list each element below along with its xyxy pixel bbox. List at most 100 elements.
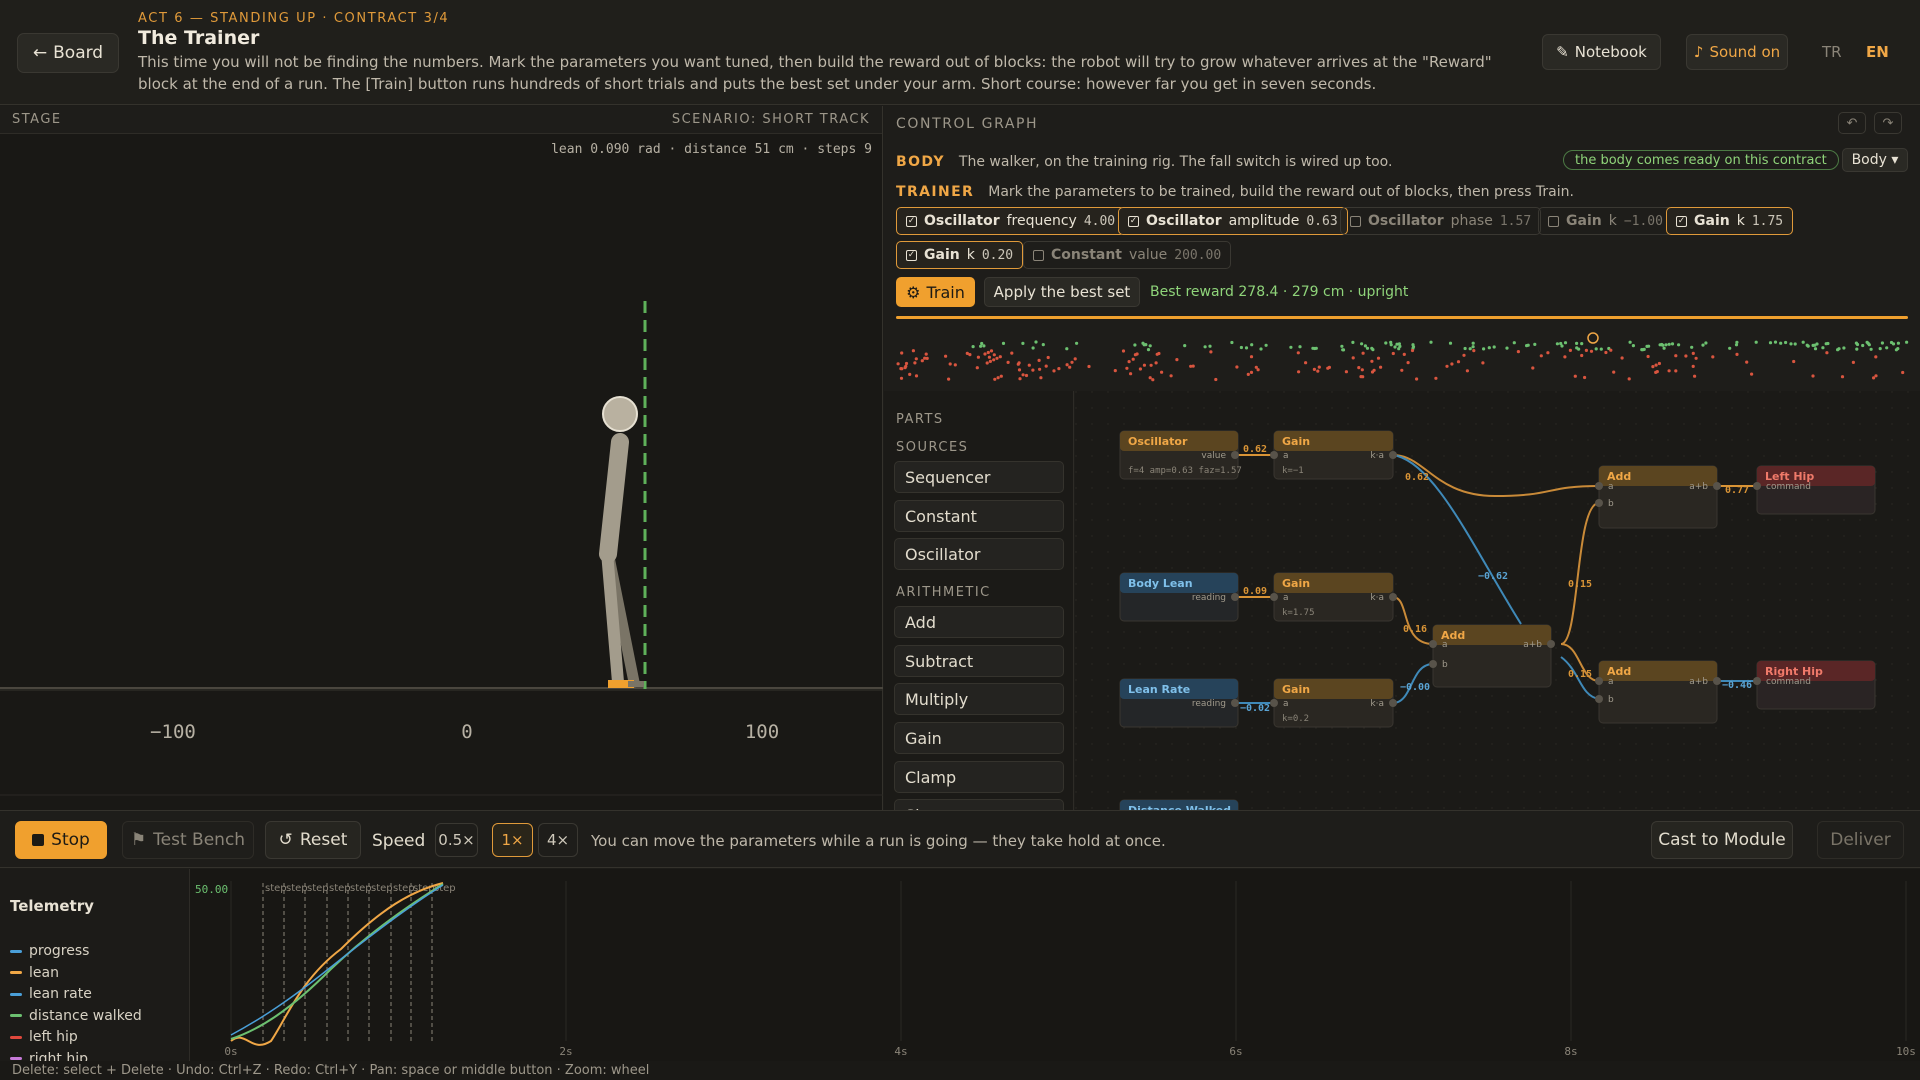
stop-button[interactable]: Stop	[15, 821, 107, 859]
output-port[interactable]	[1389, 593, 1397, 601]
input-port[interactable]	[1270, 593, 1278, 601]
param-chip[interactable]: ✓ Gain k 1.75	[1666, 207, 1794, 235]
input-port[interactable]	[1270, 451, 1278, 459]
trial-point	[1855, 347, 1859, 351]
graph-node-gain1[interactable]: Gain a k·a k=−1	[1270, 430, 1397, 480]
trial-point	[1127, 360, 1131, 364]
speed-4x-button[interactable]: 4×	[538, 823, 578, 857]
param-chip[interactable]: Constant value 200.00	[1023, 241, 1232, 269]
input-port[interactable]	[1595, 677, 1603, 685]
redo-icon[interactable]: ↷	[1874, 112, 1902, 134]
trial-scatter	[896, 332, 1909, 382]
legend-item[interactable]: progress	[10, 943, 89, 959]
wire-value: −0.00	[1400, 682, 1430, 693]
notebook-button[interactable]: ✎ Notebook	[1542, 34, 1661, 70]
output-port[interactable]	[1713, 677, 1721, 685]
legend-item[interactable]: left hip	[10, 1029, 78, 1045]
input-port[interactable]	[1429, 660, 1437, 668]
input-port[interactable]	[1595, 695, 1603, 703]
trial-point	[920, 359, 924, 363]
input-port[interactable]	[1270, 699, 1278, 707]
graph-node-leanrate[interactable]: Lean Ratereading	[1119, 678, 1239, 728]
graph-node-distance[interactable]: Distance Walked	[1119, 799, 1239, 810]
legend-item[interactable]: lean rate	[10, 986, 92, 1002]
graph-node-add2[interactable]: Addaba+b	[1429, 624, 1555, 688]
param-chip[interactable]: Gain k −1.00	[1538, 207, 1673, 235]
output-port[interactable]	[1547, 640, 1555, 648]
apply-best-set-button[interactable]: Apply the best set	[984, 277, 1140, 307]
undo-icon[interactable]: ↶	[1838, 112, 1866, 134]
language-en[interactable]: EN	[1866, 43, 1889, 61]
part-add[interactable]: Add	[894, 606, 1064, 638]
part-gain[interactable]: Gain	[894, 722, 1064, 754]
deliver-button[interactable]: Deliver	[1817, 821, 1904, 859]
test-bench-button[interactable]: ⚑ Test Bench	[122, 821, 254, 859]
trial-point	[1750, 372, 1754, 376]
param-chip[interactable]: ✓ Gain k 0.20	[896, 241, 1024, 269]
trial-point	[1151, 378, 1155, 382]
graph-node-lefthip[interactable]: Left Hipcommand	[1753, 465, 1876, 515]
language-tr[interactable]: TR	[1822, 43, 1842, 61]
trial-point	[1492, 345, 1496, 349]
part-constant[interactable]: Constant	[894, 500, 1064, 532]
graph-node-gain2[interactable]: Gain a k·a k=1.75	[1270, 572, 1397, 622]
param-chip[interactable]: ✓ Oscillator frequency 4.00	[896, 207, 1126, 235]
part-sign[interactable]: Sign	[894, 799, 1064, 810]
output-port[interactable]	[1231, 593, 1239, 601]
input-port[interactable]	[1753, 482, 1761, 490]
graph-node-righthip[interactable]: Right Hipcommand	[1753, 660, 1876, 710]
trial-point	[1869, 347, 1873, 351]
graph-node-add1[interactable]: Addaba+b	[1595, 465, 1721, 529]
reset-button[interactable]: ↺ Reset	[265, 821, 361, 859]
body-dropdown[interactable]: Body ▾	[1842, 148, 1908, 172]
legend-swatch	[10, 1057, 22, 1060]
trial-point	[1487, 346, 1491, 350]
header-bar: ← Board ACT 6 — STANDING UP · CONTRACT 3…	[0, 0, 1920, 105]
part-multiply[interactable]: Multiply	[894, 683, 1064, 715]
trial-point	[1481, 361, 1485, 365]
input-port[interactable]	[1429, 640, 1437, 648]
speed-1x-button[interactable]: 1×	[492, 823, 533, 857]
port-label: command	[1766, 482, 1811, 492]
output-port[interactable]	[1231, 699, 1239, 707]
trial-point	[1801, 340, 1805, 344]
checkbox-checked-icon: ✓	[906, 215, 917, 227]
legend-item[interactable]: distance walked	[10, 1008, 142, 1024]
cast-to-module-button[interactable]: Cast to Module	[1651, 821, 1793, 859]
graph-node-osc[interactable]: Oscillator value f=4 amp=0.63 faz=1.57	[1119, 430, 1242, 480]
input-port[interactable]	[1595, 482, 1603, 490]
back-to-board-button[interactable]: ← Board	[17, 33, 119, 73]
trial-point	[989, 349, 994, 353]
part-subtract[interactable]: Subtract	[894, 645, 1064, 677]
param-chip[interactable]: ✓ Oscillator amplitude 0.63	[1118, 207, 1348, 235]
trial-point	[1250, 343, 1254, 347]
trial-point	[1363, 344, 1367, 348]
input-port[interactable]	[1595, 499, 1603, 507]
node-graph-canvas[interactable]: 0.62 0.62 −0.62 0.77 0.09 0.16 0.15 0.15…	[1075, 391, 1920, 810]
graph-node-gain3[interactable]: Gain a k·a k=0.2	[1270, 678, 1397, 728]
trial-point	[1580, 342, 1584, 346]
part-clamp[interactable]: Clamp	[894, 761, 1064, 793]
trial-point	[1662, 346, 1666, 350]
output-port[interactable]	[1389, 451, 1397, 459]
graph-node-bodylean[interactable]: Body Lean reading	[1119, 572, 1239, 622]
param-value: 0.63	[1306, 213, 1338, 229]
part-sequencer[interactable]: Sequencer	[894, 461, 1064, 493]
train-button[interactable]: ⚙ Train	[896, 277, 975, 307]
part-oscillator[interactable]: Oscillator	[894, 538, 1064, 570]
input-port[interactable]	[1753, 677, 1761, 685]
output-port[interactable]	[1389, 699, 1397, 707]
trial-point	[1370, 359, 1374, 363]
param-chip[interactable]: Oscillator phase 1.57	[1340, 207, 1542, 235]
graph-node-add3[interactable]: Addaba+b	[1595, 660, 1721, 724]
trial-point	[900, 351, 904, 355]
trial-point	[980, 341, 984, 346]
legend-item[interactable]: lean	[10, 965, 59, 981]
output-port[interactable]	[1713, 482, 1721, 490]
trial-point	[1298, 345, 1302, 349]
legend-swatch	[10, 971, 22, 974]
speed-0-5x-button[interactable]: 0.5×	[435, 823, 478, 857]
output-port[interactable]	[1231, 451, 1239, 459]
sound-toggle-button[interactable]: ♪ Sound on	[1686, 34, 1788, 70]
trial-point	[1360, 342, 1364, 346]
